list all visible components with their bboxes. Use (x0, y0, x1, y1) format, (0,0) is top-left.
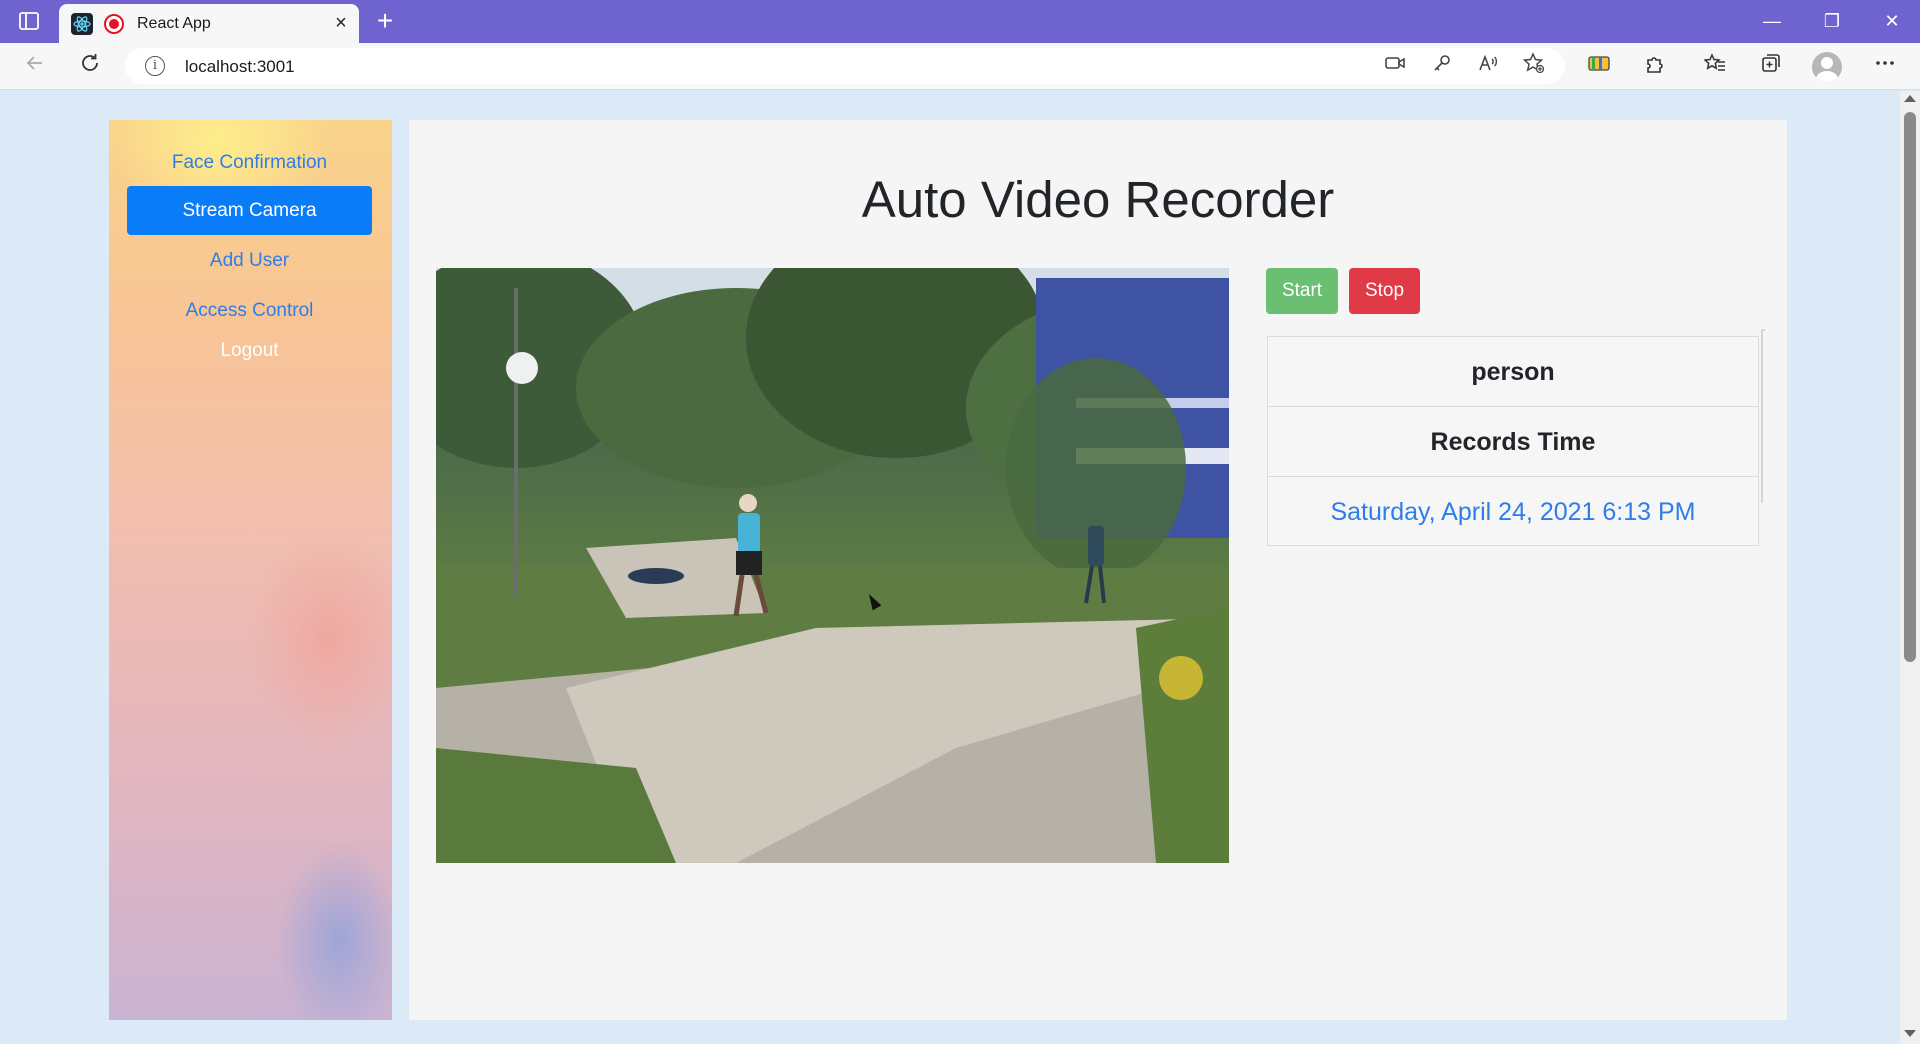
close-window-button[interactable]: ✕ (1872, 6, 1912, 36)
favorites-icon[interactable] (1700, 52, 1730, 82)
extensions-icon[interactable] (1640, 52, 1670, 82)
tab-close-button[interactable]: × (329, 11, 353, 35)
scroll-thumb[interactable] (1904, 112, 1916, 662)
restore-button[interactable]: ❐ (1812, 6, 1852, 36)
minimize-button[interactable]: — (1752, 6, 1792, 36)
records-time-value[interactable]: Saturday, April 24, 2021 6:13 PM (1268, 477, 1758, 547)
refresh-icon[interactable] (75, 52, 105, 82)
scroll-up-icon[interactable] (1904, 95, 1916, 102)
stop-button[interactable]: Stop (1349, 268, 1420, 314)
records-header-person: person (1268, 337, 1758, 407)
collections-icon[interactable] (1756, 52, 1786, 82)
site-info-icon[interactable]: i (145, 56, 165, 76)
address-bar[interactable]: i localhost:3001 (125, 48, 1565, 84)
page-viewport: Face Confirmation Stream Camera Add User… (0, 91, 1900, 1044)
sidebar-item-logout[interactable]: Logout (127, 326, 372, 375)
key-icon[interactable] (1428, 52, 1456, 80)
tab-actions-icon[interactable] (18, 10, 40, 32)
page-title: Auto Video Recorder (861, 171, 1335, 228)
back-icon[interactable] (20, 52, 50, 82)
start-button[interactable]: Start (1266, 268, 1338, 314)
more-icon[interactable] (1870, 52, 1900, 82)
read-aloud-icon[interactable] (1474, 52, 1502, 80)
camera-stream-video[interactable] (436, 268, 1229, 863)
scroll-down-icon[interactable] (1904, 1030, 1916, 1037)
react-favicon-icon (71, 13, 93, 35)
url-text[interactable]: localhost:3001 (185, 57, 295, 77)
tab-title: React App (137, 15, 211, 32)
browser-navigation-bar: i localhost:3001 (0, 43, 1920, 90)
records-header-time: Records Time (1268, 407, 1758, 477)
browser-tab[interactable]: React App × (59, 4, 359, 43)
recording-icon (104, 14, 124, 34)
sidebar-item-face-confirmation[interactable]: Face Confirmation (127, 138, 372, 187)
profile-icon[interactable] (1812, 52, 1842, 82)
sidebar: Face Confirmation Stream Camera Add User… (109, 120, 392, 1020)
new-tab-button[interactable]: + (370, 6, 400, 36)
browser-tab-bar: React App × + — ❐ ✕ (0, 0, 1920, 43)
add-favorite-icon[interactable] (1520, 52, 1548, 80)
page-scrollbar[interactable] (1900, 91, 1920, 1044)
camera-icon[interactable] (1381, 52, 1409, 80)
records-table: person Records Time Saturday, April 24, … (1267, 336, 1759, 546)
main-panel: Auto Video Recorder Start Stop person Re… (409, 120, 1787, 1020)
records-scroll-edge (1761, 329, 1765, 503)
wallet-icon[interactable] (1584, 52, 1614, 82)
camera-stream-frame (436, 268, 1229, 863)
sidebar-item-stream-camera[interactable]: Stream Camera (127, 186, 372, 235)
sidebar-item-add-user[interactable]: Add User (127, 236, 372, 285)
